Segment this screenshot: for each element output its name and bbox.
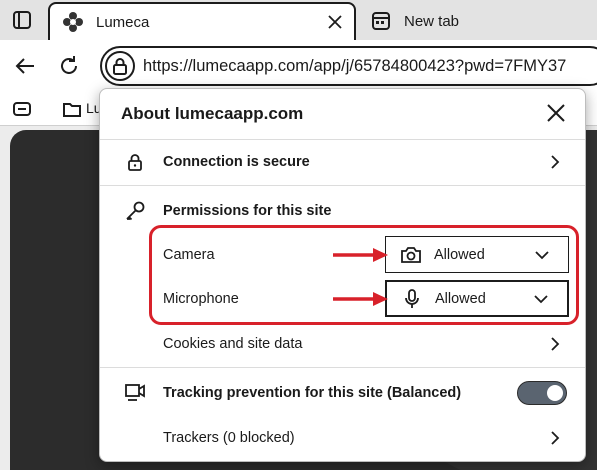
site-info-popup: About lumecaapp.com Connection is secure… (99, 88, 586, 462)
navigation-toolbar: https://lumecaapp.com/app/j/65784800423?… (0, 40, 597, 92)
newtab-icon (370, 10, 392, 32)
folder-icon[interactable] (62, 100, 82, 118)
lumeca-flower-icon (62, 11, 84, 33)
url-text: https://lumecaapp.com/app/j/65784800423?… (143, 56, 567, 75)
cookies-label: Cookies and site data (163, 336, 303, 352)
popup-header: About lumecaapp.com (100, 89, 585, 139)
close-tab-button[interactable] (324, 11, 346, 33)
refresh-icon (61, 56, 77, 74)
close-icon (328, 15, 342, 29)
chevron-right-icon (547, 430, 563, 446)
lock-icon (113, 58, 127, 75)
close-icon (547, 104, 565, 122)
trackers-label: Trackers (0 blocked) (163, 430, 295, 446)
connection-row[interactable]: Connection is secure (100, 139, 585, 185)
popup-close-button[interactable] (545, 102, 567, 124)
tab-new-tab[interactable]: New tab (358, 2, 597, 40)
collections-icon[interactable] (12, 100, 32, 118)
tab-actions-menu-button[interactable] (10, 8, 34, 32)
chevron-right-icon (547, 336, 563, 352)
tracking-prevention-toggle[interactable] (517, 381, 567, 405)
site-info-button[interactable] (105, 51, 135, 81)
back-button[interactable] (12, 53, 38, 79)
tab-title: New tab (404, 12, 460, 30)
annotation-highlight (149, 225, 579, 325)
key-icon (124, 200, 146, 222)
refresh-button[interactable] (56, 53, 82, 79)
lock-icon (124, 151, 146, 173)
cookies-row[interactable]: Cookies and site data (100, 325, 585, 363)
trackers-row[interactable]: Trackers (0 blocked) (100, 419, 585, 457)
address-bar[interactable]: https://lumecaapp.com/app/j/65784800423?… (100, 46, 597, 86)
tracking-prevention-row: Tracking prevention for this site (Balan… (100, 373, 585, 413)
permissions-heading-row: Permissions for this site (100, 193, 585, 229)
divider (100, 367, 585, 368)
toggle-knob (547, 385, 563, 401)
connection-label: Connection is secure (163, 154, 310, 170)
popup-title: About lumecaapp.com (121, 104, 304, 123)
chevron-right-icon (547, 154, 563, 170)
tab-actions-icon (13, 11, 31, 29)
tab-title: Lumeca (96, 13, 150, 31)
divider (100, 185, 585, 186)
permissions-heading: Permissions for this site (163, 203, 332, 219)
tab-lumeca[interactable]: Lumeca (48, 2, 356, 40)
tracking-icon (124, 382, 146, 404)
back-arrow-icon (15, 58, 34, 74)
tab-strip: Lumeca New tab (0, 0, 597, 40)
tracking-prevention-label: Tracking prevention for this site (Balan… (163, 385, 462, 401)
